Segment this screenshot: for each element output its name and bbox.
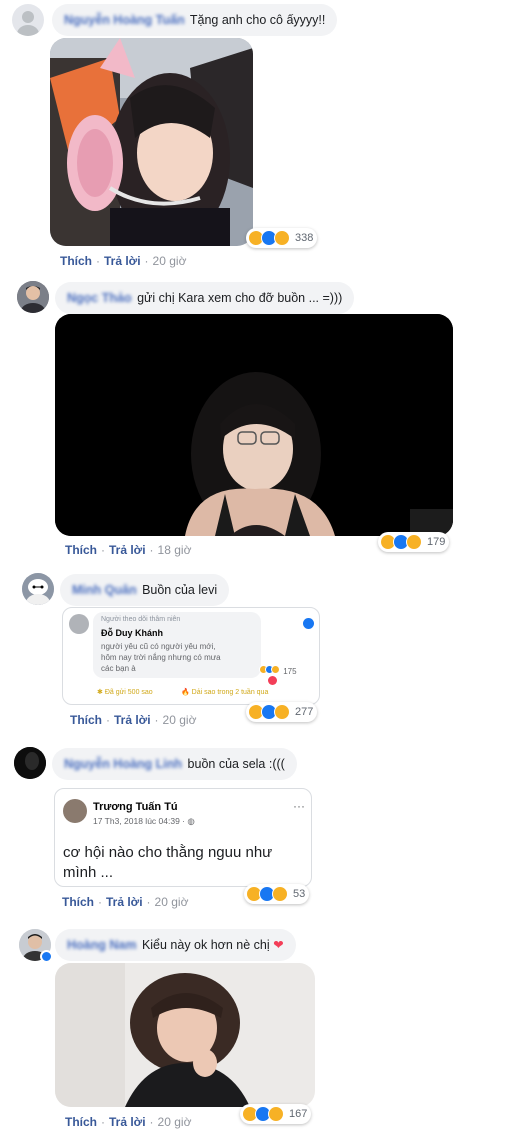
reaction-summary[interactable]: 277 (246, 702, 318, 722)
reply-link[interactable]: Trả lời (109, 543, 146, 557)
online-status-icon (40, 950, 53, 963)
comment-photo[interactable] (55, 314, 453, 536)
sad-icon (406, 534, 422, 550)
timestamp[interactable]: 20 giờ (153, 254, 187, 268)
reaction-count: 277 (295, 706, 314, 718)
sad-icon (274, 704, 290, 720)
post-avatar (63, 799, 87, 823)
embed-text-line: các bạn à (101, 664, 136, 673)
comment-author[interactable]: Minh Quân (72, 582, 137, 598)
reply-link[interactable]: Trả lời (106, 895, 143, 909)
comment-actions: Thích · Trả lời · 20 giờ (65, 1115, 192, 1129)
embedded-comment-screenshot[interactable]: Người theo dõi thâm niên Đỗ Duy Khánh ng… (62, 607, 320, 705)
star-icon: ✱ (97, 689, 105, 696)
comment-bubble: Ngọc Thảo gửi chị Kara xem cho đỡ buồn .… (55, 282, 355, 314)
default-avatar-icon (17, 11, 39, 36)
sad-icon (268, 1106, 284, 1122)
fire-note: 🔥 Dải sao trong 2 tuần qua (181, 688, 268, 696)
timestamp[interactable]: 20 giờ (163, 713, 197, 727)
star-note-text: Đã gửi 500 sao (104, 689, 153, 696)
comment-actions: Thích · Trả lời · 20 giờ (62, 895, 189, 909)
globe-icon: ◍ (187, 816, 195, 826)
comment-author[interactable]: Hoàng Nam (67, 937, 136, 953)
comment-text: Tặng anh cho cô ấyyyy!! (189, 13, 326, 27)
avatar[interactable] (22, 573, 54, 605)
girl-headset-photo (50, 38, 253, 246)
comment-photo[interactable] (55, 963, 315, 1107)
embed-reaction-count: 175 (283, 667, 297, 676)
like-link[interactable]: Thích (60, 254, 92, 268)
reaction-summary[interactable]: 179 (378, 532, 450, 552)
comment-bubble: Nguyễn Hoàng Linh buồn của sela :((( (52, 748, 297, 780)
star-note: ✱ Đã gửi 500 sao (97, 688, 153, 696)
reply-link[interactable]: Trả lời (104, 254, 141, 268)
dark-avatar-icon (14, 747, 46, 779)
comment-text: Kiểu này ok hơn nè chị (141, 938, 270, 952)
comment-photo[interactable] (50, 38, 253, 246)
avatar[interactable] (17, 281, 49, 313)
post-date-text: 17 Th3, 2018 lúc 04:39 · (93, 816, 185, 826)
sad-icon (274, 230, 290, 246)
fire-icon: 🔥 (181, 689, 192, 696)
more-options-icon[interactable]: ··· (293, 799, 305, 813)
reaction-summary[interactable]: 53 (244, 884, 310, 904)
comment-author[interactable]: Nguyễn Hoàng Linh (64, 756, 182, 772)
reaction-summary[interactable]: 167 (240, 1104, 312, 1124)
comment-author[interactable]: Ngọc Thảo (67, 290, 132, 306)
girl-bob-hair-photo (55, 963, 315, 1107)
embed-badge: Người theo dõi thâm niên (101, 616, 181, 623)
reply-link[interactable]: Trả lời (109, 1115, 146, 1129)
comment-actions: Thích · Trả lời · 20 giờ (70, 713, 197, 727)
man-avatar-icon (17, 281, 49, 313)
reaction-count: 167 (289, 1108, 308, 1120)
timestamp[interactable]: 20 giờ (155, 895, 189, 909)
comment-text: buồn của sela :((( (187, 757, 285, 771)
like-link[interactable]: Thích (65, 1115, 97, 1129)
avatar[interactable] (12, 4, 44, 36)
avatar[interactable] (14, 747, 46, 779)
reaction-summary[interactable]: 338 (246, 228, 318, 248)
fire-note-text: Dải sao trong 2 tuần qua (191, 689, 269, 696)
comment-bubble: Nguyễn Hoàng Tuấn Tặng anh cho cô ấyyyy!… (52, 4, 338, 36)
embed-like-icon (303, 618, 314, 629)
baymax-avatar-icon (22, 573, 54, 605)
reaction-count: 338 (295, 232, 314, 244)
embed-reactions: 175 (259, 665, 297, 676)
heart-emoji-icon: ❤ (273, 938, 284, 952)
heart-icon (268, 676, 277, 685)
like-link[interactable]: Thích (70, 713, 102, 727)
reply-link[interactable]: Trả lời (114, 713, 151, 727)
like-link[interactable]: Thích (65, 543, 97, 557)
shared-post-screenshot[interactable]: Trương Tuấn Tú 17 Th3, 2018 lúc 04:39 · … (54, 788, 312, 887)
embed-text-line: hôm nay trời nắng nhưng có mưa (101, 653, 221, 662)
embed-avatar (69, 614, 89, 634)
like-link[interactable]: Thích (62, 895, 94, 909)
reaction-count: 53 (293, 888, 306, 900)
comment-actions: Thích · Trả lời · 20 giờ (60, 254, 187, 268)
embed-author: Đỗ Duy Khánh (101, 628, 163, 638)
timestamp[interactable]: 20 giờ (158, 1115, 192, 1129)
post-text-line: mình ... (63, 864, 114, 881)
comment-actions: Thích · Trả lời · 18 giờ (65, 543, 192, 557)
sad-icon (272, 886, 288, 902)
embed-text-line: người yêu cũ có người yêu mới, (101, 642, 216, 651)
post-author: Trương Tuấn Tú (93, 801, 178, 813)
post-text-line: cơ hội nào cho thằng nguu như (63, 844, 273, 861)
comment-bubble: Hoàng Nam Kiểu này ok hơn nè chị ❤ (55, 929, 296, 961)
comment-text: Buồn của levi (142, 583, 218, 597)
comment-text: gửi chị Kara xem cho đỡ buồn ... =))) (137, 291, 343, 305)
post-date: 17 Th3, 2018 lúc 04:39 · ◍ (93, 816, 195, 827)
girl-glasses-photo (55, 314, 453, 536)
timestamp[interactable]: 18 giờ (158, 543, 192, 557)
comment-bubble: Minh Quân Buồn của levi (60, 574, 230, 606)
sad-icon (271, 665, 280, 674)
reaction-count: 179 (427, 536, 446, 548)
comment-author[interactable]: Nguyễn Hoàng Tuấn (64, 12, 185, 28)
